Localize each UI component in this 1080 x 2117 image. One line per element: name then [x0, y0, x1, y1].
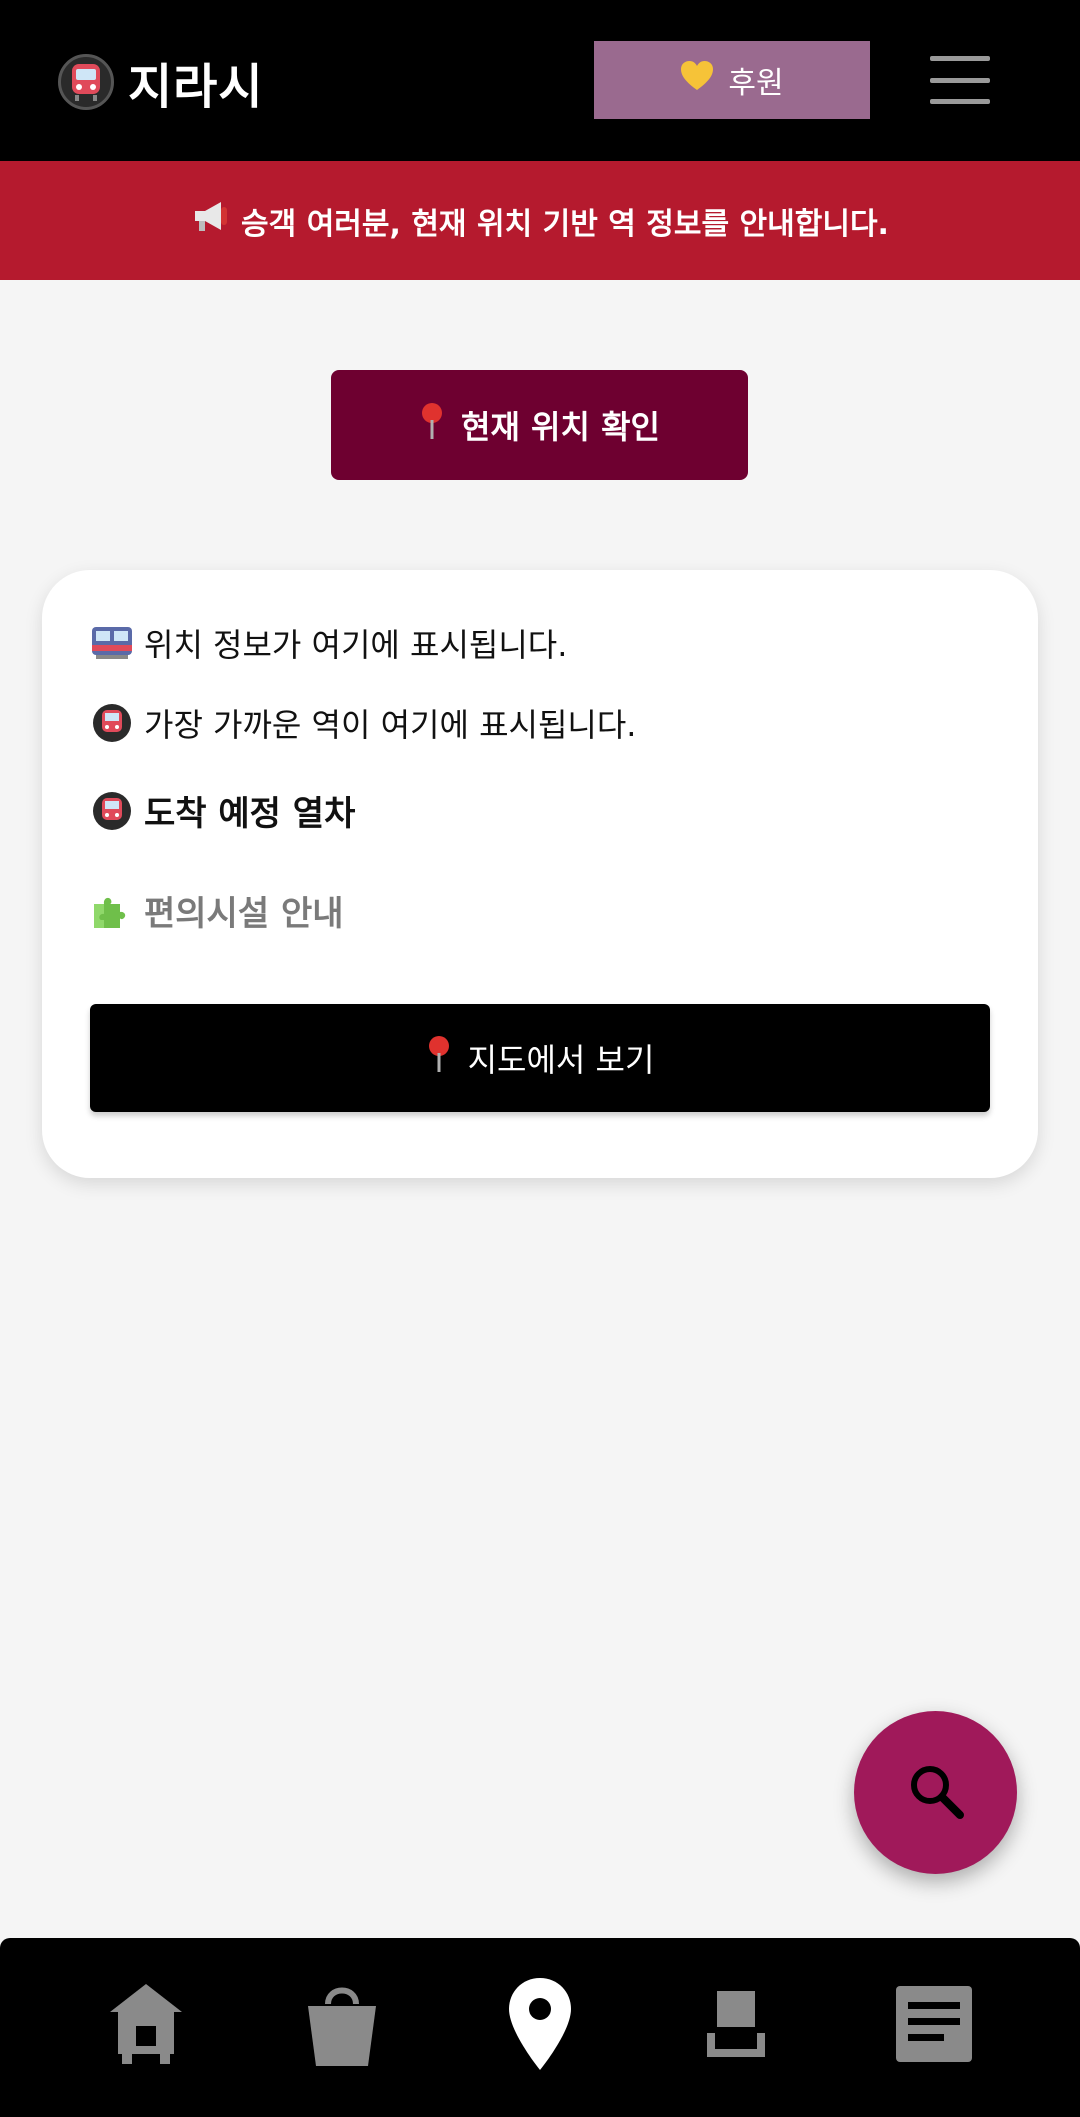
metro-icon	[90, 789, 134, 833]
facilities-row[interactable]: 편의시설 안내	[90, 886, 344, 935]
nav-stamp[interactable]	[688, 1978, 784, 2074]
donate-label: 후원	[728, 66, 784, 101]
arrivals-title: 도착 예정 열차	[144, 794, 356, 834]
view-on-map-button[interactable]: 지도에서 보기	[90, 1004, 990, 1112]
railway-car-icon	[90, 621, 134, 665]
search-fab-button[interactable]	[854, 1711, 1017, 1874]
search-icon	[904, 1759, 968, 1827]
metro-train-icon	[58, 54, 114, 110]
nav-shop[interactable]	[294, 1978, 390, 2074]
notice-banner: 승객 여러분, 현재 위치 기반 역 정보를 안내합니다.	[0, 161, 1080, 280]
metro-icon	[90, 701, 134, 745]
notice-text: 승객 여러분, 현재 위치 기반 역 정보를 안내합니다.	[241, 206, 889, 242]
arrivals-row: 도착 예정 열차	[90, 786, 355, 835]
check-location-label: 현재 위치 확인	[461, 408, 660, 446]
round-pushpin-icon	[419, 402, 445, 449]
app-title: 지라시	[128, 59, 264, 115]
nav-home[interactable]	[98, 1978, 194, 2074]
puzzle-piece-icon	[90, 889, 134, 933]
heart-icon	[680, 60, 714, 100]
article-icon	[894, 1984, 974, 2068]
check-location-button[interactable]: 현재 위치 확인	[331, 370, 748, 480]
nav-location[interactable]	[492, 1978, 588, 2074]
home-icon	[104, 1980, 188, 2072]
station-info-card: 위치 정보가 여기에 표시됩니다. 가장 가까운 역이 여기에 표시됩니다. 도	[42, 570, 1038, 1178]
shopping-bag-icon	[302, 1978, 382, 2074]
stamp-icon	[703, 1989, 769, 2063]
location-row: 위치 정보가 여기에 표시됩니다.	[90, 620, 567, 666]
app-header: 지라시 후원	[0, 0, 1080, 161]
nearest-station-text: 가장 가까운 역이 여기에 표시됩니다.	[144, 706, 637, 744]
nearest-station-row: 가장 가까운 역이 여기에 표시됩니다.	[90, 700, 636, 746]
megaphone-icon	[191, 199, 231, 242]
round-pushpin-icon	[426, 1035, 452, 1082]
nav-board[interactable]	[886, 1978, 982, 2074]
view-on-map-label: 지도에서 보기	[467, 1041, 655, 1079]
donate-button[interactable]: 후원	[594, 41, 870, 119]
bottom-navigation	[0, 1938, 1080, 2117]
hamburger-menu-icon[interactable]	[930, 56, 990, 104]
location-text: 위치 정보가 여기에 표시됩니다.	[144, 626, 568, 664]
brand[interactable]: 지라시	[58, 52, 263, 115]
location-pin-icon	[507, 1976, 573, 2076]
facilities-title: 편의시설 안내	[144, 894, 344, 934]
